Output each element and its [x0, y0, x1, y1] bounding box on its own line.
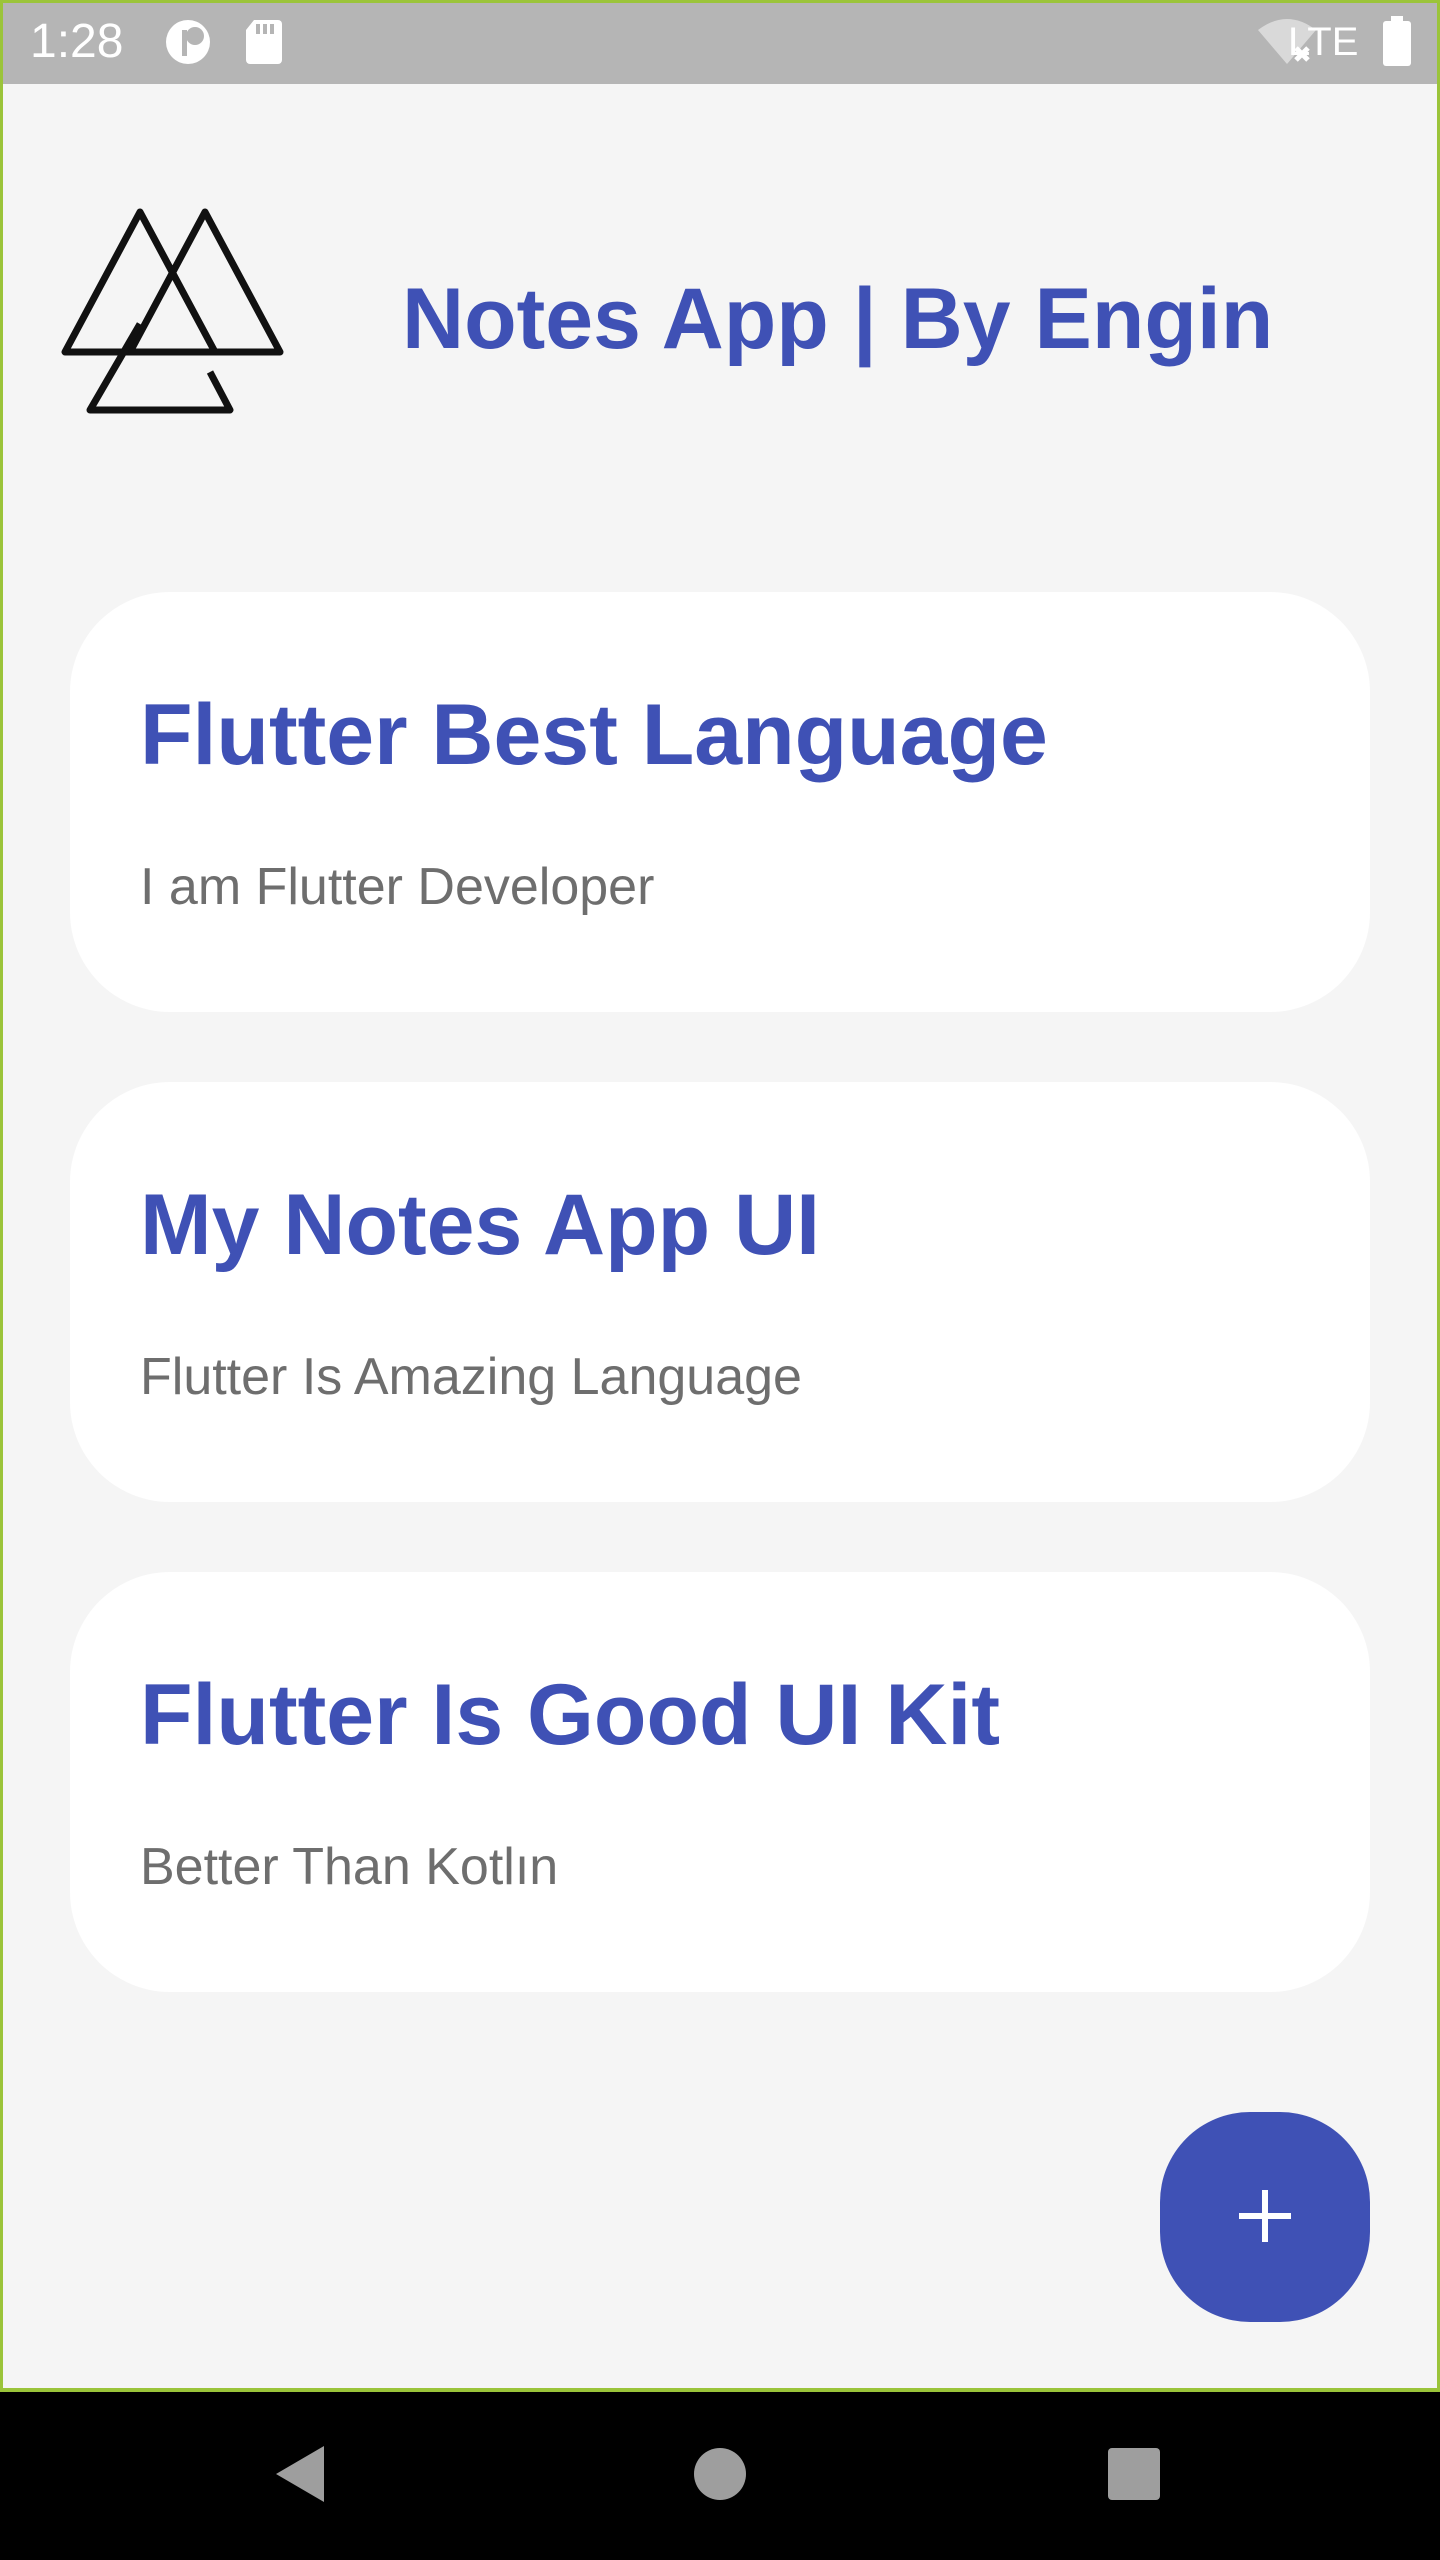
note-body: Better Than Kotlın: [140, 1838, 559, 1896]
carrier-label: LTE: [1288, 20, 1359, 64]
note-card[interactable]: Flutter Best Language I am Flutter Devel…: [70, 592, 1370, 1012]
note-body: Flutter Is Amazing Language: [140, 1348, 802, 1406]
status-bar: 1:28 LTE: [0, 0, 1440, 84]
note-title: My Notes App UI: [140, 1177, 821, 1273]
app-title: Notes App | By Engin: [402, 271, 1274, 367]
back-button[interactable]: [250, 2426, 350, 2526]
app-header: Notes App | By Engin: [0, 84, 1440, 544]
note-body: I am Flutter Developer: [140, 858, 655, 916]
back-icon: [270, 2442, 330, 2511]
sd-card-icon: [244, 18, 284, 71]
note-title: Flutter Best Language: [140, 687, 1048, 783]
home-button[interactable]: [670, 2426, 770, 2526]
notes-list: Flutter Best Language I am Flutter Devel…: [70, 592, 1370, 2062]
home-icon: [692, 2446, 748, 2507]
recents-icon: [1106, 2446, 1162, 2507]
triangles-logo: [60, 202, 290, 422]
plus-icon: [1237, 2188, 1293, 2247]
status-time: 1:28: [30, 15, 124, 68]
recents-button[interactable]: [1084, 2426, 1184, 2526]
add-note-button[interactable]: [1160, 2112, 1370, 2322]
notification-circle-icon: [162, 18, 214, 71]
note-card[interactable]: Flutter Is Good UI Kit Better Than Kotlı…: [70, 1572, 1370, 1992]
note-title: Flutter Is Good UI Kit: [140, 1667, 1000, 1763]
navigation-bar: [0, 2392, 1440, 2560]
note-card[interactable]: My Notes App UI Flutter Is Amazing Langu…: [70, 1082, 1370, 1502]
battery-icon: [1382, 16, 1412, 71]
